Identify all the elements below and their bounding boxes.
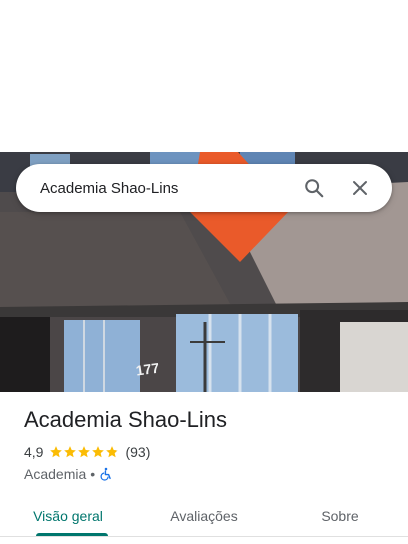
tab-overview[interactable]: Visão geral <box>0 496 136 536</box>
close-button[interactable] <box>340 168 380 208</box>
close-icon <box>353 181 367 195</box>
place-category: Academia <box>24 466 87 482</box>
search-icon <box>305 179 324 198</box>
search-input[interactable]: Academia Shao-Lins <box>40 180 294 197</box>
tab-about-label: Sobre <box>321 508 359 524</box>
star-icon <box>50 446 63 458</box>
star-icon <box>78 446 91 458</box>
star-icon <box>92 446 105 458</box>
wheelchair-icon <box>100 467 111 481</box>
tab-overview-label: Visão geral <box>33 508 103 524</box>
rating-value: 4,9 <box>24 444 44 460</box>
tab-reviews[interactable]: Avaliações <box>136 496 272 536</box>
tab-about[interactable]: Sobre <box>272 496 408 536</box>
search-button[interactable] <box>294 168 334 208</box>
tab-bar: Visão geral Avaliações Sobre <box>0 496 408 536</box>
tabs-divider <box>0 536 408 537</box>
star-icon <box>64 446 77 458</box>
category-row: Academia • <box>24 466 113 482</box>
tab-reviews-label: Avaliações <box>170 508 238 524</box>
separator: • <box>90 466 96 482</box>
search-bar[interactable]: Academia Shao-Lins <box>16 164 392 212</box>
star-icon <box>106 446 119 458</box>
rating-row[interactable]: 4,9 (93) <box>24 444 150 460</box>
building-number: 177 <box>135 359 161 378</box>
star-rating <box>49 445 119 459</box>
place-title: Academia Shao-Lins <box>24 407 228 432</box>
review-count[interactable]: (93) <box>125 444 150 460</box>
